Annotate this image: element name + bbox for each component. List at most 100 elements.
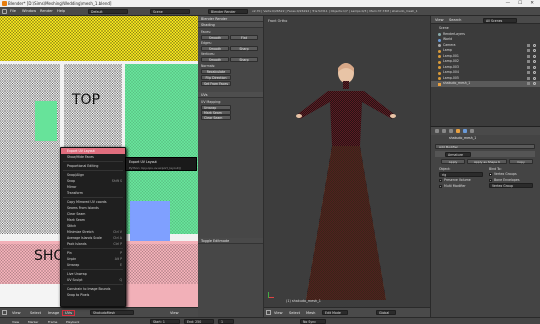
timeline-menu-view[interactable]: View	[12, 320, 19, 324]
faces-smooth-button[interactable]: Smooth	[201, 35, 229, 40]
render-icon[interactable]	[527, 65, 530, 69]
menu-render[interactable]: Render	[40, 9, 53, 13]
menu-item-label: Mark Seam	[67, 218, 85, 222]
3d-viewport[interactable]: Front Ortho (1) shakudo_mesh_1	[264, 16, 430, 307]
editor-type-icon[interactable]	[266, 310, 271, 315]
editor-type-icon[interactable]	[2, 9, 7, 14]
render-icon[interactable]	[527, 71, 530, 74]
add-modifier-button[interactable]: Add Modifier	[435, 144, 535, 149]
close-button[interactable]: ✕	[530, 0, 534, 7]
object-tab-icon[interactable]	[456, 129, 460, 133]
transform-item[interactable]: Transform	[61, 190, 125, 196]
eye-icon[interactable]	[533, 60, 536, 63]
edges-smooth-button[interactable]: Smooth	[201, 46, 229, 51]
image-datablock-field[interactable]: ShakudoMesh	[90, 310, 134, 315]
uv-menu-view[interactable]: View	[12, 311, 21, 315]
set-from-faces-button[interactable]: Set From Faces	[201, 81, 231, 86]
clear-seam-button[interactable]: Clear Seam	[201, 115, 231, 120]
editor-type-icon[interactable]	[2, 310, 7, 315]
tooltip: Export UV Layout Python: bpy.ops.uv.expo…	[125, 157, 197, 171]
3d-menu-view[interactable]: View	[274, 311, 283, 315]
preserve-volume-checkbox[interactable]	[439, 178, 442, 182]
world-tab-icon[interactable]	[449, 129, 453, 133]
vertex-group-field[interactable]: Vertex Group	[489, 183, 533, 188]
modifier-name-field[interactable]: Armature	[445, 151, 471, 157]
vertices-sharp-button[interactable]: Sharp	[230, 57, 258, 62]
render-icon[interactable]	[527, 43, 530, 47]
sync-mode-select[interactable]: No Sync	[300, 319, 326, 324]
menu-item-label: Snap to Pixels	[67, 293, 90, 297]
properties-object-name: shakudo_mesh_1	[449, 136, 477, 140]
render-icon[interactable]	[527, 49, 530, 52]
render-icon[interactable]	[527, 76, 530, 80]
unwrap-item[interactable]: Unwrap E	[61, 262, 125, 268]
proportional-editing-item[interactable]: Proportional Editing	[61, 163, 125, 169]
render-tab-icon[interactable]	[435, 129, 439, 133]
bone-envelopes-checkbox[interactable]	[489, 178, 492, 182]
flip-direction-button[interactable]: Flip Direction	[201, 75, 231, 80]
maximize-button[interactable]: ☐	[518, 0, 522, 7]
apply-modifier-button[interactable]: Apply	[441, 159, 465, 164]
copy-modifier-button[interactable]: Copy	[509, 159, 533, 164]
timeline-menu-playback[interactable]: Playback	[66, 320, 79, 324]
normals-label: Normals:	[201, 64, 216, 68]
toggle-editmode-panel[interactable]: Toggle Editmode	[198, 238, 263, 244]
timeline-menu-frame[interactable]: Frame	[48, 320, 57, 324]
eye-icon[interactable]	[533, 49, 536, 52]
faces-flat-button[interactable]: Flat	[230, 35, 258, 40]
data-tab-icon[interactable]	[470, 129, 474, 133]
outliner[interactable]: View Search All Scenes Scene RenderLayer…	[430, 16, 540, 126]
outliner-item-label: Lamp.003	[443, 64, 459, 69]
menu-window[interactable]: Window	[22, 9, 36, 13]
render-icon[interactable]	[527, 60, 530, 63]
start-frame-field[interactable]: Start: 1	[150, 319, 180, 324]
modifier-tab-icon[interactable]	[463, 129, 467, 133]
render-icon[interactable]	[527, 54, 530, 58]
uv-menu-uvs[interactable]: UVs	[62, 310, 75, 316]
uv-sculpt-item[interactable]: UV Sculpt Q	[61, 277, 125, 283]
3d-menu-mesh[interactable]: Mesh	[306, 311, 315, 315]
minimize-button[interactable]: —	[506, 0, 511, 7]
eye-icon[interactable]	[533, 54, 536, 58]
uv-view-label[interactable]: View	[170, 311, 179, 315]
render-engine-select[interactable]: Blender Render	[208, 9, 248, 14]
render-icon[interactable]	[527, 82, 530, 85]
outliner-item-label: Lamp.004	[443, 70, 459, 74]
interaction-mode-select[interactable]: Edit Mode	[322, 310, 348, 315]
show-hide-faces-item[interactable]: Show/Hide Faces	[61, 154, 125, 160]
outliner-item-mesh[interactable]: shakudo_mesh_1	[431, 81, 540, 87]
properties-editor[interactable]: shakudo_mesh_1 Add Modifier Armature App…	[430, 126, 540, 317]
menu-file[interactable]: File	[10, 9, 16, 13]
outliner-search-menu[interactable]: Search	[449, 18, 461, 22]
scene-select[interactable]: Scene	[150, 9, 190, 14]
eye-icon[interactable]	[533, 65, 536, 69]
camera-icon	[438, 44, 441, 47]
eye-icon[interactable]	[533, 71, 536, 74]
menu-help[interactable]: Help	[57, 9, 65, 13]
eye-icon[interactable]	[533, 76, 536, 80]
screen-layout-select[interactable]: Default	[88, 9, 128, 14]
uv-editor-header: View Select Image UVs ShakudoMesh View	[0, 307, 198, 317]
snap-to-pixels-item[interactable]: Snap to Pixels	[61, 292, 125, 298]
edges-sharp-button[interactable]: Sharp	[230, 46, 258, 51]
scene-tab-icon[interactable]	[442, 129, 446, 133]
transform-orientation-select[interactable]: Global	[376, 310, 396, 315]
eye-icon[interactable]	[533, 82, 536, 85]
armature-object-field[interactable]: rig	[439, 172, 483, 177]
mesh-figure[interactable]	[264, 16, 430, 307]
end-frame-field[interactable]: End: 250	[184, 319, 214, 324]
eye-icon[interactable]	[533, 43, 536, 47]
uv-menu-image[interactable]: Image	[48, 311, 59, 315]
vertex-groups-checkbox[interactable]	[489, 172, 492, 176]
recalculate-normals-button[interactable]: Recalculate	[201, 69, 231, 74]
display-mode-select[interactable]: All Scenes	[483, 17, 517, 23]
multi-modifier-checkbox[interactable]	[439, 184, 442, 188]
current-frame-field[interactable]: 1	[218, 319, 234, 324]
uv-menu-select[interactable]: Select	[30, 311, 41, 315]
timeline-menu-marker[interactable]: Marker	[28, 320, 38, 324]
pack-islands-item[interactable]: Pack Islands Ctrl P	[61, 241, 125, 247]
apply-as-shape-button[interactable]: Apply as Shape K	[467, 159, 507, 164]
vertices-smooth-button[interactable]: Smooth	[201, 57, 229, 62]
3d-menu-select[interactable]: Select	[289, 311, 300, 315]
outliner-view-menu[interactable]: View	[435, 18, 444, 22]
